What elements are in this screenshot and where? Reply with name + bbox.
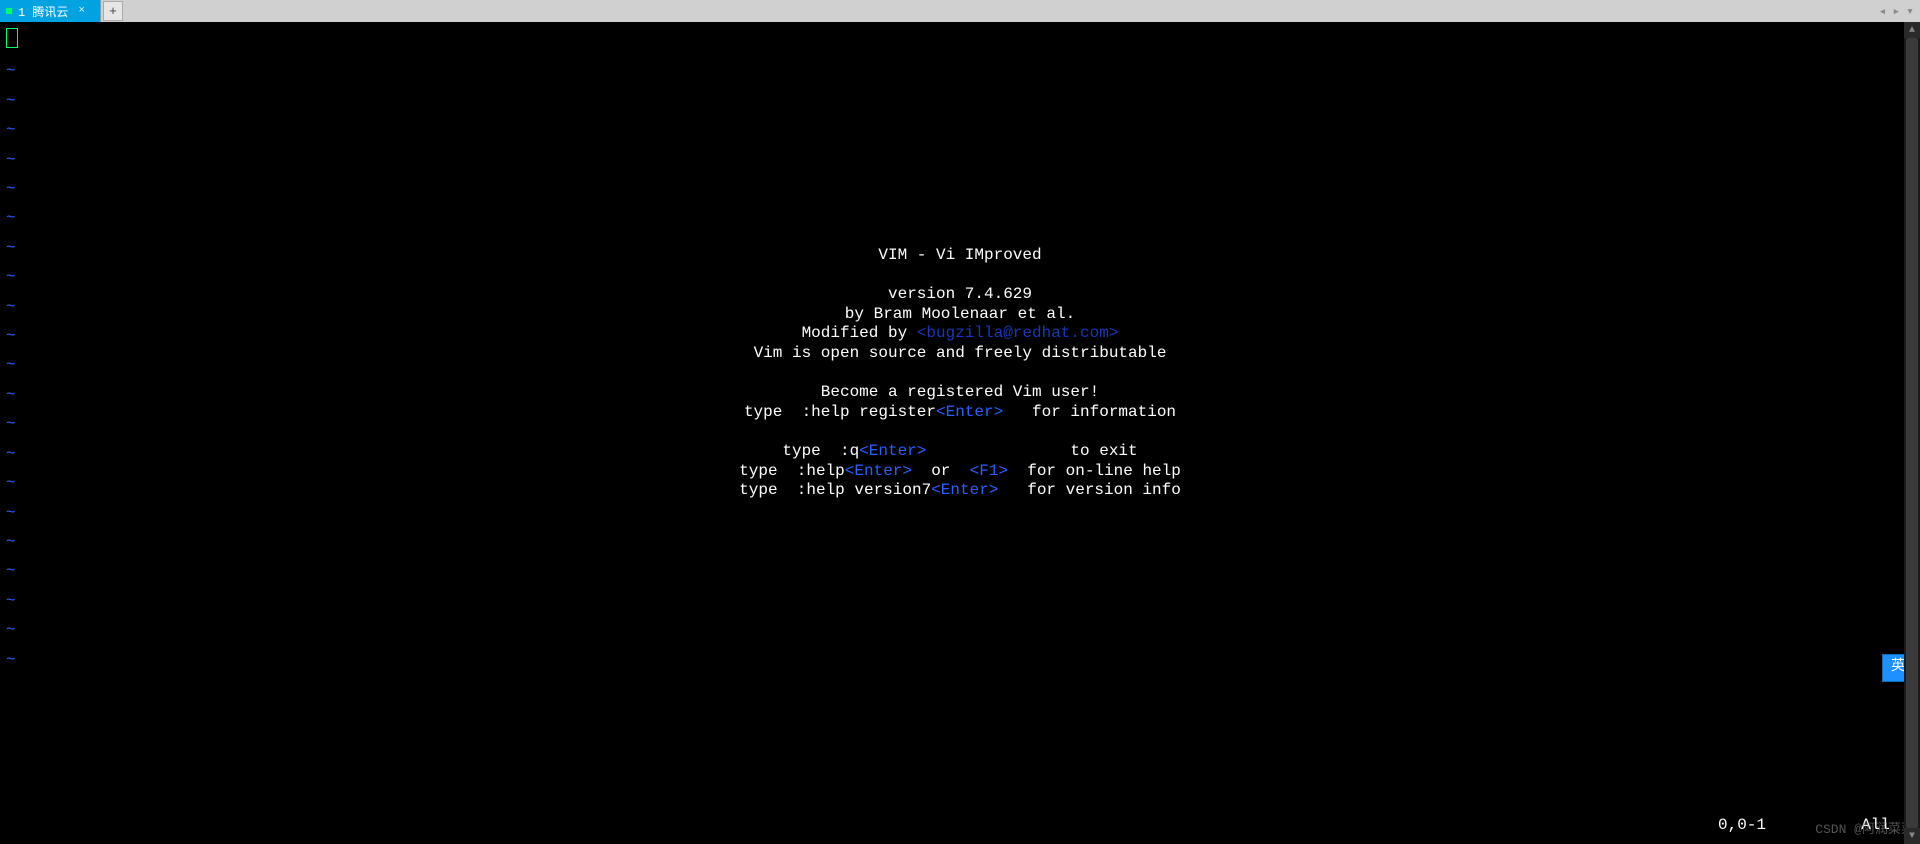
intro-blank2 <box>0 364 1920 384</box>
intro-title: VIM - Vi IMproved <box>0 246 1920 266</box>
watermark: CSDN @阿润菜菜 <box>1815 820 1914 840</box>
scroll-thumb[interactable] <box>1906 38 1918 828</box>
intro-ver-pre: type :help version7 <box>739 481 931 499</box>
intro-modified-email: <bugzilla@redhat.com> <box>917 324 1119 342</box>
scroll-down-icon[interactable]: ▼ <box>1904 828 1920 844</box>
intro-help-mid: or <box>912 462 970 480</box>
intro-reg-post: for information <box>1003 403 1176 421</box>
intro-oss: Vim is open source and freely distributa… <box>0 344 1920 364</box>
tab-next-icon[interactable]: ▸ <box>1890 4 1902 19</box>
enter-key-icon: <Enter> <box>859 442 926 460</box>
terminal[interactable]: ~ ~ ~ ~ ~ ~ ~ ~ ~ ~ ~ ~ ~ ~ ~ ~ ~ ~ ~ ~ … <box>0 22 1920 844</box>
scroll-up-icon[interactable]: ▲ <box>1904 22 1920 38</box>
intro-help-post: for on-line help <box>1008 462 1181 480</box>
tab-prev-icon[interactable]: ◂ <box>1877 4 1889 19</box>
tab-close-icon[interactable]: × <box>78 5 85 17</box>
intro-author: by Bram Moolenaar et al. <box>0 305 1920 325</box>
intro-reg-pre: type :help register <box>744 403 936 421</box>
intro-blank3 <box>0 422 1920 442</box>
tab-status-dot <box>6 8 12 14</box>
intro-ver-post: for version info <box>998 481 1180 499</box>
tab-menu-icon[interactable]: ▾ <box>1904 4 1916 19</box>
tabbar-controls: ◂ ▸ ▾ <box>1877 0 1916 22</box>
intro-help: type :help<Enter> or <F1> for on-line he… <box>0 462 1920 482</box>
ime-label: 英 <box>1891 658 1905 678</box>
vertical-scrollbar[interactable]: ▲ ▼ <box>1904 22 1920 844</box>
tab-bar: 1 腾讯云 × + ◂ ▸ ▾ <box>0 0 1920 22</box>
new-tab-button[interactable]: + <box>103 1 123 21</box>
intro-quit-pre: type :q <box>782 442 859 460</box>
enter-key-icon: <Enter> <box>845 462 912 480</box>
intro-blank <box>0 266 1920 286</box>
vim-ruler: 0,0-1 <box>1718 816 1766 836</box>
intro-modified-prefix: Modified by <box>802 324 917 342</box>
plus-icon: + <box>109 4 117 19</box>
intro-quit: type :q<Enter> to exit <box>0 442 1920 462</box>
tab-active[interactable]: 1 腾讯云 × <box>0 0 101 22</box>
intro-modified: Modified by <bugzilla@redhat.com> <box>0 324 1920 344</box>
enter-key-icon: <Enter> <box>931 481 998 499</box>
intro-become: Become a registered Vim user! <box>0 383 1920 403</box>
intro-version7: type :help version7<Enter> for version i… <box>0 481 1920 501</box>
intro-version: version 7.4.629 <box>0 285 1920 305</box>
intro-help-pre: type :help <box>739 462 845 480</box>
intro-register: type :help register<Enter> for informati… <box>0 403 1920 423</box>
vim-intro: VIM - Vi IMproved version 7.4.629 by Bra… <box>0 246 1920 501</box>
enter-key-icon: <Enter> <box>936 403 1003 421</box>
tab-label: 1 腾讯云 <box>18 3 68 20</box>
intro-quit-post: to exit <box>926 442 1137 460</box>
f1-key-icon: <F1> <box>970 462 1008 480</box>
